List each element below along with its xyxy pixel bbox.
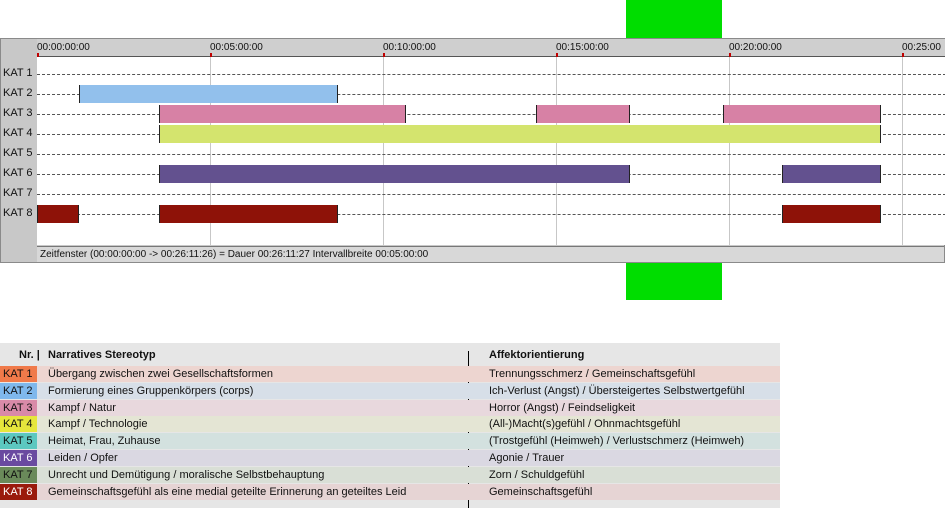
- tick-label: 00:25:00: [902, 42, 941, 53]
- interval-gridline: [729, 57, 730, 245]
- tick-label: 00:00:00:00: [37, 42, 90, 53]
- legend-row: KAT 1 Übergang zwischen zwei Gesellschaft…: [0, 366, 780, 382]
- category-badge: KAT 8: [0, 483, 37, 500]
- category-badge: KAT 1: [0, 366, 37, 382]
- category-label: KAT 5: [3, 147, 33, 159]
- green-marker-bottom: [626, 263, 722, 300]
- narrative-stereotype: Kampf / Natur: [48, 401, 116, 414]
- category-track-line: [37, 194, 945, 195]
- interval-gridline: [556, 57, 557, 245]
- category-badge: KAT 3: [0, 399, 37, 416]
- legend-row: KAT 7 Unrecht und Demütigung / moralische…: [0, 466, 780, 483]
- legend-row: KAT 3 Kampf / Natur Horror (Angst) / Feind…: [0, 399, 780, 416]
- category-badge: KAT 7: [0, 466, 37, 483]
- category-badge: KAT 2: [0, 382, 37, 399]
- legend-header-narrative: Narratives Stereotyp: [48, 349, 156, 361]
- interval-gridline: [383, 57, 384, 245]
- category-label: KAT 2: [3, 87, 33, 99]
- legend-row: KAT 2 Formierung eines Gruppenkörpers (co…: [0, 382, 780, 399]
- narrative-stereotype: Übergang zwischen zwei Gesellschaftsform…: [48, 368, 273, 380]
- affect-orientation: (Trostgefühl (Heimweh) / Verlustschmerz …: [489, 435, 745, 448]
- time-ruler[interactable]: 00:00:00:00 00:05:00:00 00:10:00:00 00:15:0…: [37, 39, 945, 57]
- legend-row: KAT 8 Gemeinschaftsgefühl als eine medial…: [0, 483, 780, 500]
- narrative-stereotype: Gemeinschaftsgefühl als eine medial gete…: [48, 485, 407, 498]
- category-label: KAT 4: [3, 127, 33, 139]
- narrative-stereotype: Unrecht und Demütigung / moralische Selb…: [48, 468, 325, 481]
- tick-label: 00:20:00:00: [729, 42, 782, 53]
- category-track-line: [37, 74, 945, 75]
- category-track-line: [37, 154, 945, 155]
- timeline-segment-kat-6[interactable]: [159, 165, 630, 183]
- timeline-panel: 00:00:00:00 00:05:00:00 00:10:00:00 00:15:0…: [0, 38, 945, 263]
- category-legend: Nr. | Narratives Stereotyp Affektorienti…: [0, 343, 780, 508]
- category-label: KAT 8: [3, 207, 33, 219]
- legend-row: KAT 4 Kampf / Technologie (All-)Macht(s)ge…: [0, 416, 780, 433]
- timeline-segment-kat-2[interactable]: [78, 85, 339, 103]
- interval-gridline: [902, 57, 903, 245]
- timeline-segment-kat-8[interactable]: [159, 205, 339, 223]
- affect-orientation: Horror (Angst) / Feindseligkeit: [489, 401, 636, 414]
- legend-header-affect: Affektorientierung: [489, 349, 585, 361]
- category-label: KAT 7: [3, 187, 33, 199]
- timeline-segment-kat-8[interactable]: [37, 205, 79, 223]
- timeline-segment-kat-6[interactable]: [782, 165, 882, 183]
- timeline-segment-kat-3[interactable]: [535, 105, 630, 123]
- affect-orientation: Zorn / Schuldgefühl: [489, 468, 585, 481]
- timeline-segment-kat-3[interactable]: [723, 105, 882, 123]
- category-badge: KAT 6: [0, 450, 37, 466]
- timeline-segment-kat-3[interactable]: [159, 105, 407, 123]
- narrative-stereotype: Kampf / Technologie: [48, 418, 148, 431]
- affect-orientation: Gemeinschaftsgefühl: [489, 485, 593, 498]
- category-badge: KAT 4: [0, 416, 37, 433]
- affect-orientation: (All-)Macht(s)gefühl / Ohnmachtsgefühl: [489, 418, 681, 431]
- status-bar: Zeitfenster (00:00:00:00 -> 00:26:11:26)…: [37, 246, 944, 262]
- timeline-segment-kat-4[interactable]: [159, 125, 882, 143]
- tick-label: 00:05:00:00: [210, 42, 263, 53]
- narrative-stereotype: Heimat, Frau, Zuhause: [48, 435, 161, 448]
- affect-orientation: Agonie / Trauer: [489, 452, 565, 464]
- green-marker-top: [626, 0, 722, 38]
- narrative-stereotype: Leiden / Opfer: [48, 452, 118, 464]
- category-label: KAT 1: [3, 67, 33, 79]
- legend-header-nr: Nr. |: [19, 349, 40, 361]
- category-badge: KAT 5: [0, 433, 37, 450]
- tick-label: 00:10:00:00: [383, 42, 436, 53]
- narrative-stereotype: Formierung eines Gruppenkörpers (corps): [48, 384, 254, 397]
- timeline-segment-kat-8[interactable]: [782, 205, 882, 223]
- category-label: KAT 3: [3, 107, 33, 119]
- tick-label: 00:15:00:00: [556, 42, 609, 53]
- legend-row: KAT 6 Leiden / Opfer Agonie / Trauer: [0, 450, 780, 466]
- timeline-plot[interactable]: [37, 57, 945, 245]
- affect-orientation: Trennungsschmerz / Gemeinschaftsgefühl: [489, 368, 696, 380]
- affect-orientation: Ich-Verlust (Angst) / Übersteigertes Sel…: [489, 384, 745, 397]
- category-label: KAT 6: [3, 167, 33, 179]
- legend-row: KAT 5 Heimat, Frau, Zuhause (Trostgefühl (…: [0, 433, 780, 450]
